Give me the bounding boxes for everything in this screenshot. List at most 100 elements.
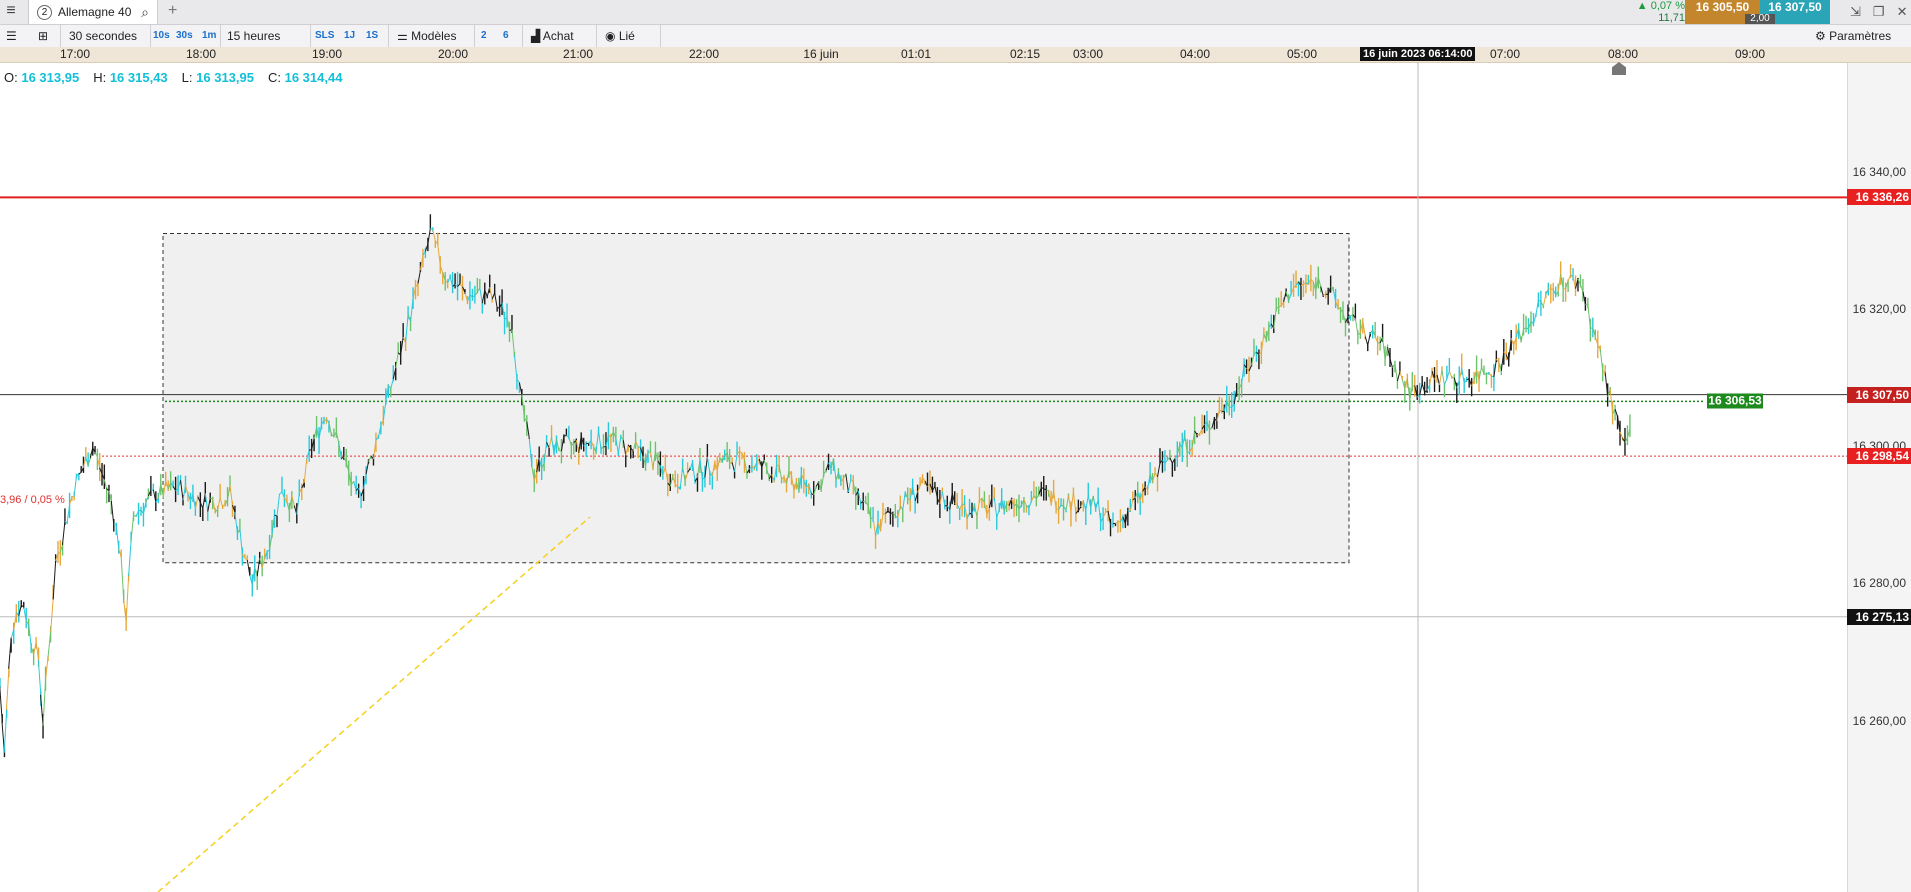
title-bar: ≡ 2 Allemagne 40 ⌕ + ▲ 0,07 % 11,71 16 3…	[0, 0, 1911, 25]
average-price-tag: 16 306,53	[1707, 393, 1763, 409]
time-tick-label: 07:00	[1489, 47, 1521, 61]
time-tick-label: 21:00	[562, 47, 594, 61]
period-1s-button[interactable]: 1S	[366, 25, 378, 47]
interval-1m-button[interactable]: 1m	[202, 25, 216, 47]
tab-number-badge: 2	[37, 4, 52, 20]
price-level-tag: 16 336,26	[1847, 189, 1911, 206]
price-wick	[130, 515, 135, 541]
linked-label: Lié	[618, 29, 635, 43]
layout-icon[interactable]: ⊞	[38, 25, 48, 47]
restore-icon[interactable]: ⇲	[1850, 4, 1861, 20]
time-tick-label: 05:00	[1286, 47, 1318, 61]
instrument-name: Allemagne 40	[58, 5, 132, 19]
price-wick	[1542, 294, 1547, 307]
price-chart[interactable]	[0, 62, 1847, 892]
open-value: 16 313,95	[21, 70, 80, 85]
price-level-tag: 16 307,50	[1847, 386, 1911, 403]
time-axis: 17:00 18:00 19:00 20:00 21:00 22:00 16 juin 01:…	[0, 47, 1911, 63]
price-wick	[1354, 318, 1359, 335]
time-tick-label: 02:15	[1009, 47, 1041, 61]
buy-button[interactable]: ▟ Achat	[522, 25, 574, 47]
bar-chart-icon: ▟	[531, 29, 541, 43]
sls-button[interactable]: SLS	[310, 25, 334, 47]
menu-icon[interactable]: ≡	[0, 0, 22, 24]
trend-line	[157, 516, 591, 892]
price-level-tag: 16 298,54	[1847, 448, 1911, 465]
up-arrow-icon: ▲	[1636, 0, 1648, 12]
low-label: L:	[181, 70, 193, 85]
range-box	[162, 232, 1350, 564]
change-percent: 0,07 %	[1650, 0, 1685, 12]
time-tick-label: 08:00	[1607, 47, 1639, 61]
price-wick	[125, 576, 130, 622]
price-wick	[1196, 433, 1200, 436]
maximize-icon[interactable]: ❐	[1873, 4, 1885, 20]
time-tick-label: 17:00	[59, 47, 91, 61]
instrument-tab[interactable]: 2 Allemagne 40 ⌕	[28, 0, 158, 24]
price-axis[interactable]: 16 340,00 16 320,00 16 300,00 16 280,00 16 2…	[1847, 63, 1911, 892]
gear-icon: ⚙	[1815, 29, 1826, 43]
time-tick-label: 03:00	[1072, 47, 1104, 61]
price-wick	[1046, 489, 1049, 492]
price-wick	[1429, 371, 1433, 386]
window-controls: ⇲ ❐ ✕	[1850, 0, 1907, 24]
price-wick	[1448, 371, 1453, 378]
parameters-button[interactable]: ⚙ Paramètres	[1815, 25, 1891, 47]
open-label: O:	[4, 70, 18, 85]
sell-price: 16 305,50	[1695, 0, 1750, 14]
price-wick	[128, 540, 132, 577]
price-wick	[1599, 349, 1604, 371]
time-tick-label: 18:00	[185, 47, 217, 61]
period-1j-button[interactable]: 1J	[344, 25, 355, 47]
price-wick	[5, 668, 10, 711]
search-icon[interactable]: ⌕	[141, 4, 149, 21]
time-tick-label: 22:00	[688, 47, 720, 61]
price-wick	[1587, 304, 1591, 329]
price-wick	[1396, 371, 1401, 382]
models-button[interactable]: ⚌ Modèles	[388, 25, 456, 47]
price-wick	[0, 686, 3, 722]
price-wick	[115, 524, 120, 549]
line-annotation: 3,96 / 0,05 %	[0, 494, 65, 506]
layout-2-button[interactable]: 2	[474, 25, 487, 47]
price-wick	[890, 512, 893, 514]
price-wick	[1394, 363, 1398, 382]
list-icon[interactable]: ☰	[6, 25, 17, 47]
buy-price: 16 307,50	[1768, 0, 1822, 14]
linked-button[interactable]: ◉ Lié	[596, 25, 635, 47]
price-tick-label: 16 260,00	[1852, 713, 1906, 728]
time-tick-label: 09:00	[1734, 47, 1766, 61]
price-wick	[1461, 368, 1465, 384]
high-label: H:	[93, 70, 107, 85]
chart-toolbar: ☰ ⊞ 30 secondes 10s 30s 1m 15 heures SLS…	[0, 25, 1911, 48]
add-tab-icon[interactable]: +	[168, 2, 177, 20]
time-tick-label: 01:01	[900, 47, 932, 61]
price-wick	[3, 710, 8, 753]
close-label: C:	[267, 70, 281, 85]
price-wick	[47, 632, 52, 657]
models-label: Modèles	[411, 29, 457, 43]
time-tick-label: 16 juin	[803, 47, 839, 61]
period-select[interactable]: 15 heures	[220, 25, 280, 47]
change-points: 11,71	[1658, 12, 1685, 24]
layout-6-button[interactable]: 6	[503, 25, 509, 47]
price-wick	[8, 638, 12, 669]
price-wick	[863, 500, 866, 503]
price-wick	[1367, 333, 1371, 346]
price-wick	[1110, 523, 1114, 525]
interval-10s-button[interactable]: 10s	[150, 25, 170, 47]
price-level-tag: 16 275,13	[1847, 608, 1911, 625]
price-wick	[42, 679, 47, 726]
eye-icon: ◉	[605, 29, 616, 43]
interval-select[interactable]: 30 secondes	[60, 25, 137, 47]
toolbar-divider	[660, 25, 662, 47]
close-icon[interactable]: ✕	[1897, 4, 1908, 20]
time-tick-label: 20:00	[437, 47, 469, 61]
price-wick	[50, 599, 54, 633]
parameters-label: Paramètres	[1829, 29, 1892, 43]
price-wick	[1443, 378, 1448, 386]
price-wick	[37, 660, 42, 695]
price-wick	[52, 560, 57, 600]
interval-30s-button[interactable]: 30s	[176, 25, 193, 47]
price-tick-label: 16 280,00	[1852, 576, 1906, 591]
